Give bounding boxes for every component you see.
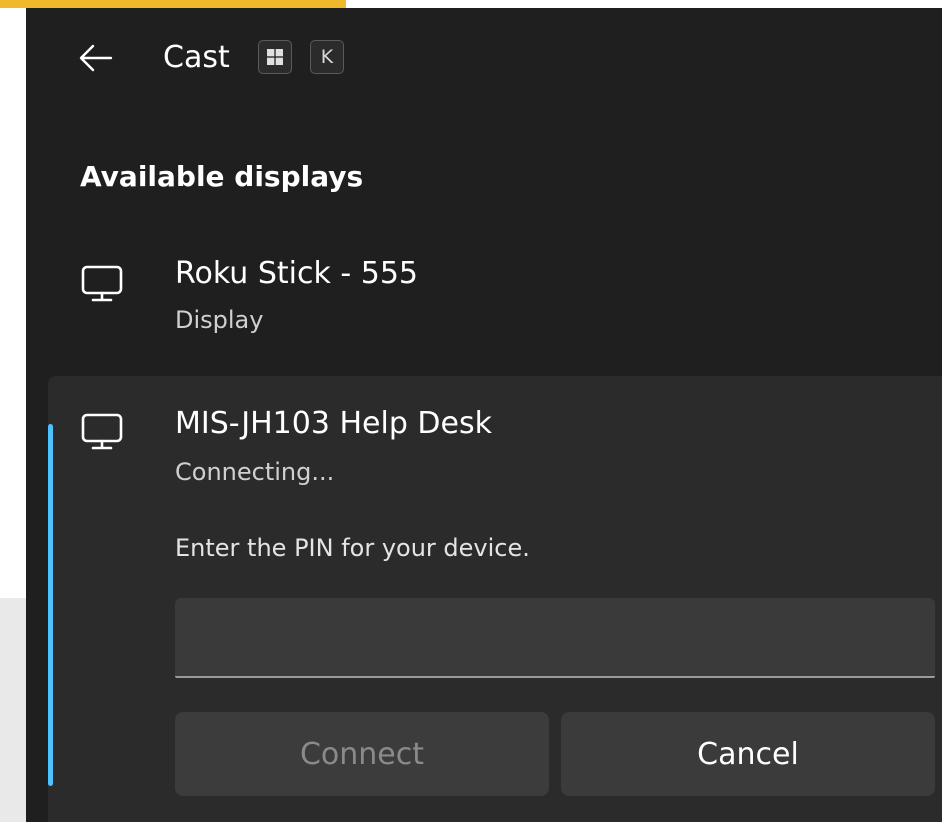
shortcut-key-k: K bbox=[310, 40, 344, 74]
arrow-left-icon bbox=[79, 44, 113, 72]
device-status: Display bbox=[175, 306, 264, 334]
device-item-roku[interactable]: Roku Stick - 555 Display bbox=[26, 234, 942, 374]
page-title: Cast bbox=[163, 40, 230, 75]
cast-flyout: Cast K Available displays Roku Stick - 5… bbox=[26, 8, 942, 822]
shortcut-key-windows bbox=[258, 40, 292, 74]
monitor-icon bbox=[81, 413, 123, 450]
connect-button[interactable]: Connect bbox=[175, 712, 549, 796]
selection-indicator bbox=[48, 424, 53, 786]
windows-logo-icon bbox=[267, 49, 283, 65]
pin-prompt-label: Enter the PIN for your device. bbox=[175, 534, 530, 562]
device-item-help-desk[interactable]: MIS-JH103 Help Desk Connecting... Enter … bbox=[48, 376, 942, 822]
cancel-button[interactable]: Cancel bbox=[561, 712, 935, 796]
window-accent-bar bbox=[0, 0, 346, 8]
back-button[interactable] bbox=[76, 38, 116, 78]
device-name: MIS-JH103 Help Desk bbox=[175, 406, 492, 441]
section-title-available-displays: Available displays bbox=[80, 160, 364, 193]
device-name: Roku Stick - 555 bbox=[175, 256, 419, 291]
pin-input[interactable] bbox=[175, 598, 935, 678]
monitor-icon bbox=[81, 265, 123, 302]
device-status: Connecting... bbox=[175, 458, 335, 486]
cast-header: Cast K bbox=[26, 8, 942, 108]
